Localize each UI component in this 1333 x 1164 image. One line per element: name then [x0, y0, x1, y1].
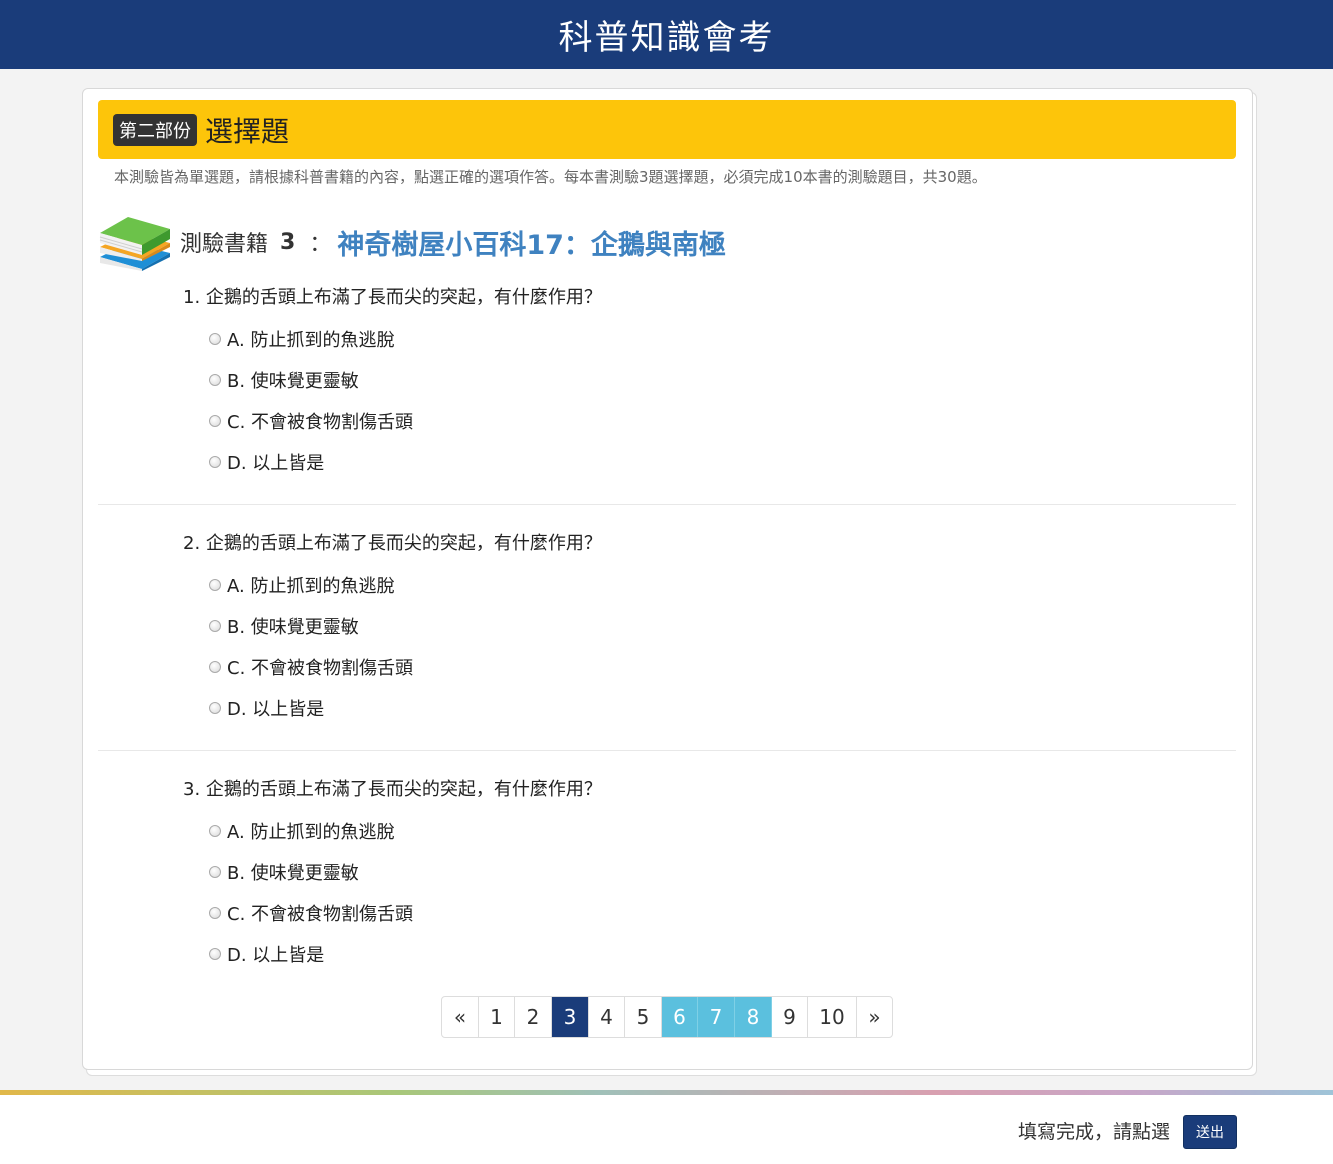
- q1-option-b[interactable]: B. 使味覺更靈敏: [209, 367, 359, 393]
- radio-button[interactable]: [209, 661, 221, 673]
- page-link[interactable]: 2: [515, 997, 552, 1037]
- page-link-current[interactable]: 3: [552, 997, 589, 1037]
- radio-button[interactable]: [209, 456, 221, 468]
- option-label: C. 不會被食物割傷舌頭: [227, 904, 414, 925]
- option-label: B. 使味覺更靈敏: [227, 863, 359, 884]
- section-title: 選擇題: [205, 114, 290, 148]
- q1-option-a[interactable]: A. 防止抓到的魚逃脫: [209, 326, 394, 352]
- question-divider: [98, 504, 1236, 505]
- book-heading: 測驗書籍 3 ： 神奇樹屋小百科17：企鵝與南極: [98, 212, 726, 272]
- instructions-text: 本測驗皆為單選題，請根據科普書籍的內容，點選正確的選項作答。每本書測驗3題選擇題…: [114, 168, 987, 186]
- radio-button[interactable]: [209, 620, 221, 632]
- option-label: A. 防止抓到的魚逃脫: [227, 822, 395, 843]
- section-badge: 第二部份: [113, 113, 197, 146]
- option-label: A. 防止抓到的魚逃脫: [227, 330, 395, 351]
- q3-option-a[interactable]: A. 防止抓到的魚逃脫: [209, 818, 394, 844]
- radio-button[interactable]: [209, 866, 221, 878]
- page-link-highlighted[interactable]: 8: [735, 997, 772, 1037]
- books-stack-icon: [99, 217, 170, 271]
- option-label: B. 使味覺更靈敏: [227, 617, 359, 638]
- q2-option-c[interactable]: C. 不會被食物割傷舌頭: [209, 654, 413, 680]
- submit-button[interactable]: 送出: [1183, 1115, 1237, 1149]
- q3-option-c[interactable]: C. 不會被食物割傷舌頭: [209, 900, 413, 926]
- option-label: B. 使味覺更靈敏: [227, 371, 359, 392]
- question-1: 1. 企鵝的舌頭上布滿了長而尖的突起，有什麼作用？: [183, 284, 1183, 312]
- book-title: 神奇樹屋小百科17：企鵝與南極: [337, 229, 726, 261]
- option-label: A. 防止抓到的魚逃脫: [227, 576, 395, 597]
- page-link-highlighted[interactable]: 6: [662, 997, 698, 1037]
- option-label: C. 不會被食物割傷舌頭: [227, 658, 414, 679]
- radio-button[interactable]: [209, 579, 221, 591]
- page-link[interactable]: 1: [479, 997, 515, 1037]
- page-link[interactable]: 10: [808, 997, 857, 1037]
- footer-prompt: 填寫完成，請點選: [1018, 1121, 1171, 1143]
- radio-button[interactable]: [209, 333, 221, 345]
- option-label: D. 以上皆是: [227, 699, 325, 720]
- radio-button[interactable]: [209, 415, 221, 427]
- q3-option-d[interactable]: D. 以上皆是: [209, 941, 324, 967]
- radio-button[interactable]: [209, 825, 221, 837]
- radio-button[interactable]: [209, 374, 221, 386]
- book-label: 測驗書籍: [180, 232, 269, 257]
- question-text: 1. 企鵝的舌頭上布滿了長而尖的突起，有什麼作用？: [183, 287, 602, 308]
- radio-button[interactable]: [209, 948, 221, 960]
- q3-option-b[interactable]: B. 使味覺更靈敏: [209, 859, 359, 885]
- radio-button[interactable]: [209, 702, 221, 714]
- pagination-next[interactable]: »: [857, 997, 892, 1037]
- section-header: 第二部份 選擇題: [98, 100, 1236, 159]
- book-colon: ：: [309, 232, 332, 257]
- q1-option-d[interactable]: D. 以上皆是: [209, 449, 324, 475]
- q2-option-b[interactable]: B. 使味覺更靈敏: [209, 613, 359, 639]
- pagination-prev[interactable]: «: [442, 997, 479, 1037]
- question-3: 3. 企鵝的舌頭上布滿了長而尖的突起，有什麼作用？: [183, 776, 1183, 804]
- page-link[interactable]: 9: [772, 997, 808, 1037]
- option-label: C. 不會被食物割傷舌頭: [227, 412, 414, 433]
- question-2: 2. 企鵝的舌頭上布滿了長而尖的突起，有什麼作用？: [183, 530, 1183, 558]
- question-text: 3. 企鵝的舌頭上布滿了長而尖的突起，有什麼作用？: [183, 779, 602, 800]
- option-label: D. 以上皆是: [227, 453, 325, 474]
- q2-option-a[interactable]: A. 防止抓到的魚逃脫: [209, 572, 394, 598]
- option-label: D. 以上皆是: [227, 945, 325, 966]
- page-title: 科普知識會考: [558, 18, 775, 58]
- pagination: « 1 2 3 4 5 6 7 8 9 10 »: [441, 996, 893, 1038]
- top-header-bar: 科普知識會考: [0, 0, 1333, 69]
- question-divider: [98, 750, 1236, 751]
- page-link[interactable]: 5: [625, 997, 662, 1037]
- question-text: 2. 企鵝的舌頭上布滿了長而尖的突起，有什麼作用？: [183, 533, 602, 554]
- page-link-highlighted[interactable]: 7: [698, 997, 735, 1037]
- q1-option-c[interactable]: C. 不會被食物割傷舌頭: [209, 408, 413, 434]
- book-number: 3: [280, 229, 296, 255]
- page-link[interactable]: 4: [589, 997, 625, 1037]
- q2-option-d[interactable]: D. 以上皆是: [209, 695, 324, 721]
- radio-button[interactable]: [209, 907, 221, 919]
